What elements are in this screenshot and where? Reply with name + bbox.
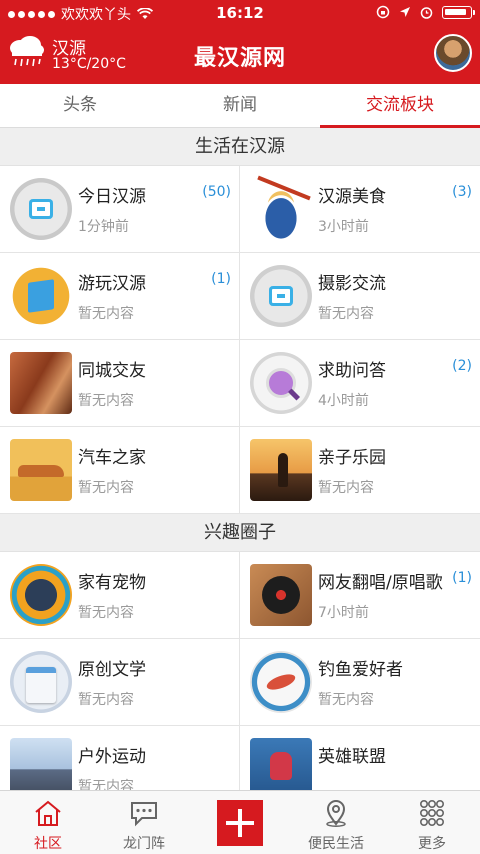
board-post-count: (3) <box>452 184 472 200</box>
board-item[interactable]: 户外运动 暂无内容 <box>0 726 240 790</box>
top-tabs: 头条 新闻 交流板块 <box>0 84 480 128</box>
board-item[interactable]: 今日汉源 1分钟前 (50) <box>0 166 240 253</box>
board-last-update: 1分钟前 <box>78 219 129 235</box>
board-last-update: 暂无内容 <box>78 393 134 409</box>
food-bowl-icon <box>250 178 312 240</box>
camera-icon <box>250 265 312 327</box>
board-item[interactable]: 英雄联盟 <box>240 726 480 790</box>
board-title: 同城交友 <box>78 361 146 381</box>
board-title: 今日汉源 <box>78 187 146 207</box>
board-item[interactable]: 汽车之家 暂无内容 <box>0 427 240 514</box>
board-title: 英雄联盟 <box>318 747 386 767</box>
chat-bubble-icon <box>131 802 157 827</box>
couple-photo <box>10 352 72 414</box>
car-photo <box>10 439 72 501</box>
status-right <box>376 5 475 19</box>
board-item[interactable]: 亲子乐园 暂无内容 <box>240 427 480 514</box>
board-title: 汉源美食 <box>318 187 386 207</box>
board-title: 游玩汉源 <box>78 274 146 294</box>
board-item[interactable]: 汉源美食 3小时前 (3) <box>240 166 480 253</box>
app-title: 最汉源网 <box>193 46 286 71</box>
board-last-update: 7小时前 <box>318 605 369 621</box>
board-title: 家有宠物 <box>78 573 146 593</box>
nav-label: 便民生活 <box>308 836 364 852</box>
location-arrow-icon <box>400 7 410 17</box>
battery-icon <box>442 5 475 19</box>
dog-food-badge-icon <box>10 564 72 626</box>
game-character-icon <box>250 738 312 790</box>
board-item[interactable]: 求助问答 4小时前 (2) <box>240 340 480 427</box>
alarm-icon <box>420 6 433 19</box>
section-header: 兴趣圈子 <box>0 514 480 552</box>
board-last-update: 3小时前 <box>318 219 369 235</box>
board-title: 亲子乐园 <box>318 448 386 468</box>
home-icon <box>35 800 61 826</box>
rotation-lock-icon <box>376 5 390 19</box>
board-title: 网友翻唱/原唱歌 <box>318 573 443 593</box>
family-photo <box>250 439 312 501</box>
tab-headlines[interactable]: 头条 <box>0 84 160 127</box>
board-last-update: 暂无内容 <box>318 480 374 496</box>
board-item[interactable]: 网友翻唱/原唱歌 7小时前 (1) <box>240 552 480 639</box>
board-last-update: 暂无内容 <box>78 306 134 322</box>
board-post-count: (2) <box>452 358 472 374</box>
board-post-count: (1) <box>211 271 231 287</box>
board-last-update: 暂无内容 <box>78 605 134 621</box>
board-item[interactable]: 同城交友 暂无内容 <box>0 340 240 427</box>
nav-more[interactable]: 更多 <box>384 791 480 854</box>
top-bar: 欢欢欢丫头 16:12 汉源 13°C/20°C 最汉源网 <box>0 0 480 84</box>
board-grid: 今日汉源 1分钟前 (50) 汉源美食 3小时前 (3) 游玩汉源 暂无内容 (… <box>0 166 480 514</box>
nav-label: 社区 <box>34 836 62 852</box>
board-title: 原创文学 <box>78 660 146 680</box>
location-pin-icon <box>326 800 346 827</box>
board-last-update: 4小时前 <box>318 393 369 409</box>
board-last-update: 暂无内容 <box>318 306 374 322</box>
grid-dots-icon <box>419 799 444 826</box>
board-post-count: (50) <box>202 184 231 200</box>
add-icon[interactable] <box>217 800 263 846</box>
board-post-count: (1) <box>452 570 472 586</box>
board-grid: 家有宠物 暂无内容 网友翻唱/原唱歌 7小时前 (1) 原创文学 暂无内容 钓鱼… <box>0 552 480 790</box>
board-last-update: 暂无内容 <box>318 692 374 708</box>
board-last-update: 暂无内容 <box>78 480 134 496</box>
status-bar: 欢欢欢丫头 16:12 <box>0 0 480 26</box>
board-item[interactable]: 游玩汉源 暂无内容 (1) <box>0 253 240 340</box>
board-title: 户外运动 <box>78 747 146 767</box>
user-avatar[interactable] <box>434 34 472 72</box>
hiking-photo <box>10 738 72 790</box>
board-item[interactable]: 钓鱼爱好者 暂无内容 <box>240 639 480 726</box>
bottom-nav: 社区 龙门阵 便民生活 更多 <box>0 790 480 854</box>
app-header: 汉源 13°C/20°C 最汉源网 <box>0 26 480 84</box>
board-title: 摄影交流 <box>318 274 386 294</box>
app-root: 欢欢欢丫头 16:12 汉源 13°C/20°C 最汉源网 头条 新闻 交流板块… <box>0 0 480 854</box>
board-item[interactable]: 摄影交流 暂无内容 <box>240 253 480 340</box>
tab-forum[interactable]: 交流板块 <box>320 84 480 128</box>
section-header: 生活在汉源 <box>0 128 480 166</box>
fish-badge-icon <box>250 651 312 713</box>
tab-news[interactable]: 新闻 <box>160 84 320 127</box>
board-title: 钓鱼爱好者 <box>318 660 403 680</box>
nav-label: 更多 <box>418 836 446 852</box>
record-player-icon <box>250 564 312 626</box>
nav-add[interactable] <box>192 791 288 854</box>
nav-longmenzhen[interactable]: 龙门阵 <box>96 791 192 854</box>
board-last-update: 暂无内容 <box>78 779 134 790</box>
board-last-update: 暂无内容 <box>78 692 134 708</box>
camera-icon <box>10 178 72 240</box>
forum-list[interactable]: 生活在汉源 今日汉源 1分钟前 (50) 汉源美食 3小时前 (3) 游玩汉源 … <box>0 128 480 790</box>
notes-icon <box>10 651 72 713</box>
board-title: 求助问答 <box>318 361 386 381</box>
board-item[interactable]: 家有宠物 暂无内容 <box>0 552 240 639</box>
map-icon <box>10 265 72 327</box>
board-item[interactable]: 原创文学 暂无内容 <box>0 639 240 726</box>
nav-label: 龙门阵 <box>123 836 165 852</box>
nav-services[interactable]: 便民生活 <box>288 791 384 854</box>
magnifier-icon <box>250 352 312 414</box>
nav-community[interactable]: 社区 <box>0 791 96 854</box>
board-title: 汽车之家 <box>78 448 146 468</box>
